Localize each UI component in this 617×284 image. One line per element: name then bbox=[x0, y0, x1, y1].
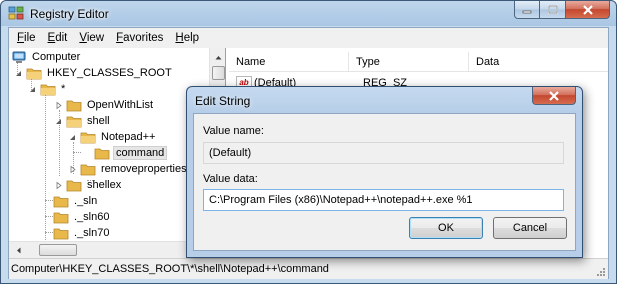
caption-buttons bbox=[514, 1, 610, 19]
menu-view[interactable]: View bbox=[73, 32, 110, 44]
expand-arrow-icon[interactable] bbox=[54, 181, 63, 190]
tree-label-sln: ._sln bbox=[74, 195, 98, 207]
tree-label-notepadpp: Notepad++ bbox=[101, 131, 156, 143]
horizontal-scroll-thumb[interactable] bbox=[39, 244, 77, 256]
menu-help-label: elp bbox=[183, 32, 200, 44]
tree-node-removeproperties[interactable]: removeproperties bbox=[68, 161, 189, 177]
tree-label-computer: Computer bbox=[32, 51, 81, 63]
value-name-label: Value name: bbox=[203, 125, 264, 137]
folder-icon bbox=[53, 196, 69, 207]
resize-grip-icon[interactable] bbox=[596, 267, 606, 277]
tree-node-hkcr[interactable]: HKEY_CLASSES_ROOT bbox=[14, 65, 174, 81]
menu-help[interactable]: Help bbox=[169, 32, 205, 44]
menu-bar: File Edit View Favorites Help bbox=[9, 28, 608, 48]
tree-node-sln[interactable]: ._sln bbox=[53, 193, 99, 209]
tree-label-hkcr: HKEY_CLASSES_ROOT bbox=[47, 67, 172, 79]
edit-string-dialog: Edit String Value name: (Default) Value … bbox=[186, 86, 583, 258]
column-header-type[interactable]: Type bbox=[349, 52, 469, 72]
tree-node-command[interactable]: command bbox=[94, 145, 168, 161]
tree-label-sln70: ._sln70 bbox=[74, 227, 110, 239]
tree-label-openwithlist: OpenWithList bbox=[87, 99, 154, 111]
tree-node-openwithlist[interactable]: OpenWithList bbox=[54, 97, 155, 113]
close-icon bbox=[549, 90, 559, 101]
computer-icon bbox=[12, 51, 26, 63]
folder-open-icon bbox=[26, 68, 42, 79]
folder-icon bbox=[66, 180, 82, 191]
close-icon bbox=[582, 4, 593, 15]
tree-node-sln70[interactable]: ._sln70 bbox=[53, 225, 111, 241]
close-button[interactable] bbox=[566, 1, 610, 19]
collapse-arrow-icon[interactable] bbox=[14, 69, 23, 78]
dialog-close-button[interactable] bbox=[532, 87, 576, 105]
menu-file-accel: F bbox=[17, 32, 25, 44]
maximize-button[interactable] bbox=[540, 1, 566, 19]
value-data-input[interactable]: C:\Program Files (x86)\Notepad++\notepad… bbox=[203, 189, 564, 211]
expand-arrow-icon[interactable] bbox=[54, 101, 63, 110]
scroll-left-button[interactable] bbox=[11, 242, 26, 258]
tree-label-command: command bbox=[113, 146, 168, 160]
status-path: Computer\HKEY_CLASSES_ROOT\*\shell\Notep… bbox=[11, 263, 329, 275]
folder-open-icon bbox=[80, 132, 96, 143]
value-name-field: (Default) bbox=[203, 142, 564, 164]
tree-node-shell[interactable]: shell bbox=[54, 113, 112, 129]
scroll-left-icon bbox=[17, 247, 21, 253]
tree-node-notepadpp[interactable]: Notepad++ bbox=[68, 129, 157, 145]
folder-icon bbox=[53, 212, 69, 223]
cancel-button[interactable]: Cancel bbox=[493, 217, 567, 239]
scroll-thumb[interactable] bbox=[212, 66, 225, 80]
scroll-up-button[interactable] bbox=[211, 49, 225, 65]
column-header-name[interactable]: Name bbox=[229, 52, 349, 72]
folder-icon bbox=[94, 148, 110, 159]
title-bar[interactable]: Registry Editor bbox=[1, 1, 616, 27]
menu-favorites-label: avorites bbox=[123, 32, 164, 44]
tree-label-shellex: shellex bbox=[87, 179, 122, 191]
dialog-body: Value name: (Default) Value data: C:\Pro… bbox=[193, 113, 576, 251]
value-data-label: Value data: bbox=[203, 173, 258, 185]
collapse-arrow-icon[interactable] bbox=[54, 117, 63, 126]
tree-label-removeproperties: removeproperties bbox=[101, 163, 187, 175]
folder-icon bbox=[66, 100, 82, 111]
tree-label-shell: shell bbox=[87, 115, 110, 127]
menu-favorites[interactable]: Favorites bbox=[110, 32, 169, 44]
status-bar: Computer\HKEY_CLASSES_ROOT\*\shell\Notep… bbox=[9, 258, 608, 279]
menu-file-label: ile bbox=[24, 32, 36, 44]
tree-node-sln60[interactable]: ._sln60 bbox=[53, 209, 111, 225]
collapse-arrow-icon[interactable] bbox=[68, 133, 77, 142]
column-header-data[interactable]: Data bbox=[469, 52, 608, 72]
registry-editor-icon bbox=[8, 6, 24, 20]
dialog-title: Edit String bbox=[195, 94, 251, 108]
folder-open-icon bbox=[66, 116, 82, 127]
folder-open-icon bbox=[40, 84, 56, 95]
menu-edit[interactable]: Edit bbox=[42, 32, 74, 44]
menu-view-accel: V bbox=[79, 32, 87, 44]
tree-node-shellex[interactable]: shellex bbox=[54, 177, 123, 193]
menu-edit-label: dit bbox=[55, 32, 68, 44]
scroll-up-icon bbox=[215, 55, 222, 59]
ok-button[interactable]: OK bbox=[409, 217, 483, 239]
column-headers: Name Type Data bbox=[229, 52, 608, 72]
minimize-button[interactable] bbox=[514, 1, 540, 19]
menu-view-label: iew bbox=[86, 32, 105, 44]
expand-arrow-icon[interactable] bbox=[68, 165, 77, 174]
tree-label-star: * bbox=[61, 83, 66, 95]
folder-icon bbox=[80, 164, 96, 175]
menu-file[interactable]: File bbox=[11, 32, 42, 44]
collapse-arrow-icon[interactable] bbox=[28, 85, 37, 94]
tree-node-star[interactable]: * bbox=[28, 81, 67, 97]
menu-help-accel: H bbox=[175, 32, 184, 44]
window-title: Registry Editor bbox=[30, 7, 109, 21]
tree-label-sln60: ._sln60 bbox=[74, 211, 110, 223]
maximize-icon bbox=[547, 5, 558, 14]
minimize-icon bbox=[522, 10, 532, 13]
folder-icon bbox=[53, 228, 69, 239]
tree-node-computer[interactable]: Computer bbox=[11, 49, 82, 65]
